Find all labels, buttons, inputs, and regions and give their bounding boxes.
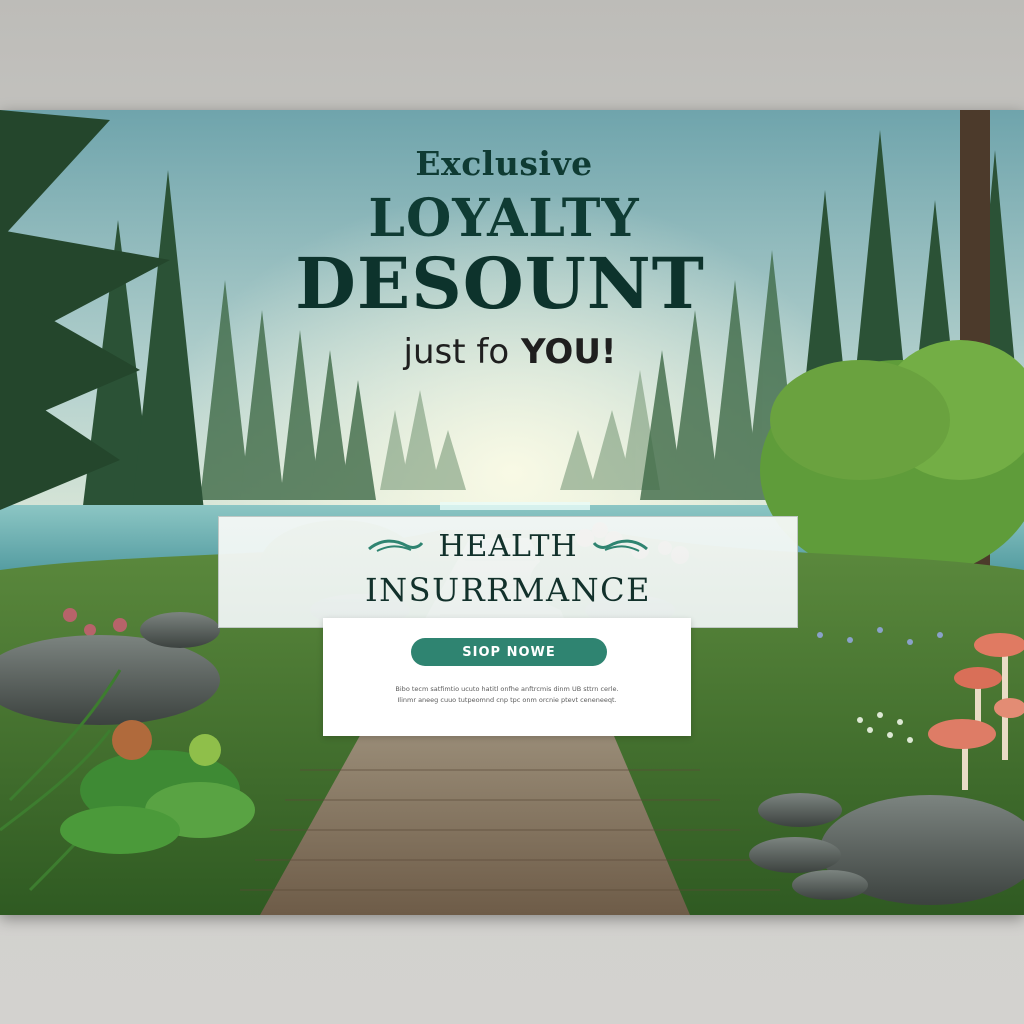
product-name-line2: INSURRMANCE	[365, 571, 651, 609]
forest-scene	[0, 110, 1024, 915]
ad-banner: Exclusive LOYALTY DESOUNT just fo YOU!	[0, 110, 1024, 915]
fine-print: Bibo tecm satfimtio ucuto hatitl onfhe a…	[363, 684, 651, 706]
cta-card: SIOP NOWE Bibo tecm satfimtio ucuto hati…	[323, 618, 691, 736]
shop-now-button[interactable]: SIOP NOWE	[411, 638, 607, 666]
product-card: HEALTH INSURRMANCE	[218, 516, 798, 628]
fine-print-line2: Ilinmr aneeg cuuo tutpeomnd cnp tpc onm …	[397, 696, 617, 704]
fine-print-line1: Bibo tecm satfimtio ucuto hatitl onfhe a…	[395, 685, 619, 693]
product-name-line1: HEALTH	[438, 529, 578, 564]
